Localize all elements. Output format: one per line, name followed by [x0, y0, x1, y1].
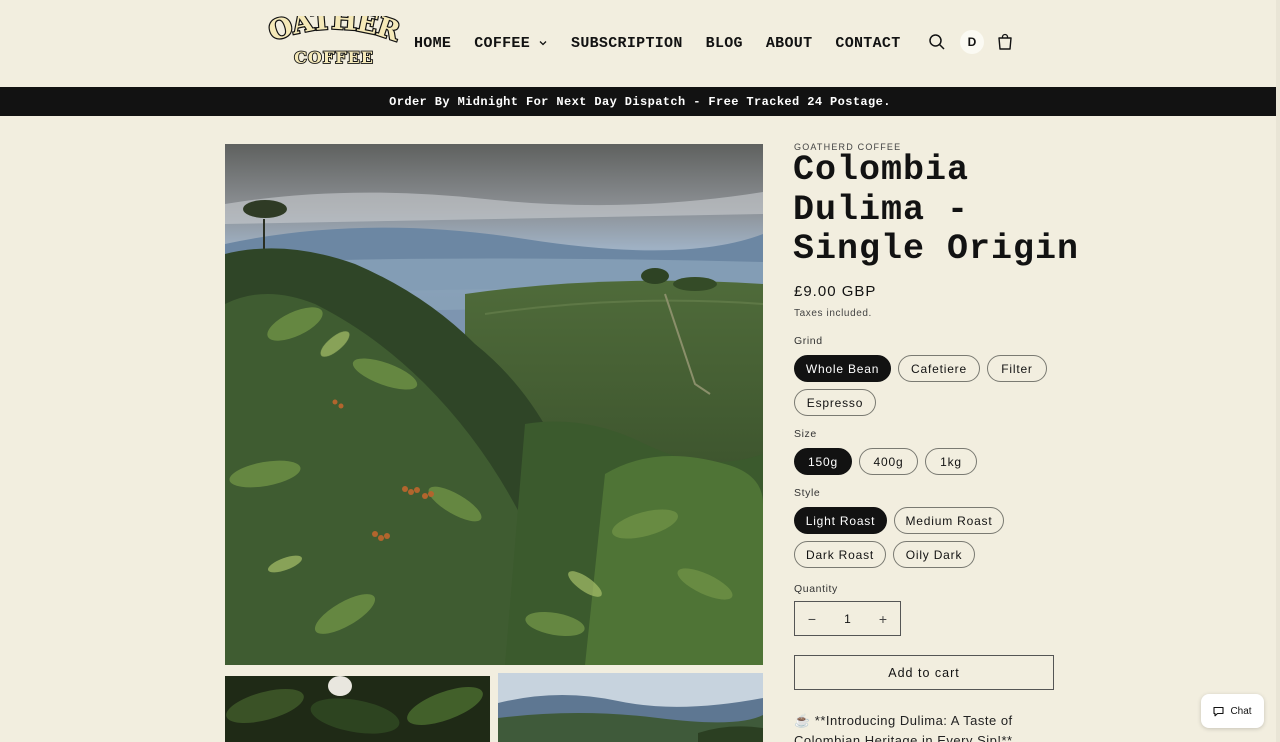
style-option-dark-roast[interactable]: Dark Roast [794, 541, 886, 568]
nav-coffee[interactable]: COFFEE [474, 31, 548, 55]
nav-home[interactable]: HOME [414, 31, 451, 55]
quantity-increase-button[interactable]: + [866, 602, 900, 635]
logo-top-text: GOATHERD [260, 16, 406, 49]
quantity-input[interactable]: 1 [844, 612, 851, 626]
nav-blog[interactable]: BLOG [706, 31, 743, 55]
grind-option-whole-bean[interactable]: Whole Bean [794, 355, 891, 382]
nav-about[interactable]: ABOUT [766, 31, 813, 55]
grind-label: Grind [794, 335, 823, 347]
chevron-down-icon [539, 41, 547, 46]
search-icon [929, 34, 945, 50]
goatherd-coffee-logo[interactable]: GOATHERD COFFEE [260, 16, 408, 68]
cart-icon [998, 33, 1012, 50]
svg-text:GOATHERD: GOATHERD [260, 16, 404, 48]
product-description: ☕ **Introducing Dulima: A Taste of Colom… [794, 713, 1013, 742]
size-option-150g[interactable]: 150g [794, 448, 852, 475]
product-price: £9.00 GBP [794, 283, 877, 300]
style-option-oily-dark[interactable]: Oily Dark [893, 541, 975, 568]
announcement-text: Order By Midnight For Next Day Dispatch … [389, 94, 891, 109]
grind-option-filter[interactable]: Filter [987, 355, 1047, 382]
chat-button[interactable]: Chat [1201, 694, 1264, 728]
product-thumbnail-2[interactable] [498, 673, 763, 742]
quantity-stepper: − 1 + [794, 601, 901, 636]
style-label: Style [794, 487, 821, 499]
style-option-light-roast[interactable]: Light Roast [794, 507, 887, 534]
product-title: Colombia Dulima - Single Origin [793, 150, 1080, 269]
chat-label: Chat [1230, 705, 1252, 717]
coffee-leaves-image [225, 676, 490, 742]
cart-button[interactable] [993, 30, 1017, 54]
chat-bubble-icon [1213, 706, 1224, 716]
coffee-plantation-image [225, 144, 763, 665]
main-nav: HOME COFFEE SUBSCRIPTION BLOG ABOUT CONT… [414, 31, 924, 55]
announcement-bar: Order By Midnight For Next Day Dispatch … [0, 87, 1280, 116]
size-option-400g[interactable]: 400g [859, 448, 918, 475]
grind-option-espresso[interactable]: Espresso [794, 389, 876, 416]
grind-option-cafetiere[interactable]: Cafetiere [898, 355, 980, 382]
quantity-label: Quantity [794, 583, 838, 595]
tax-note: Taxes included. [794, 308, 872, 319]
page-scrollbar[interactable] [1276, 0, 1280, 742]
account-avatar[interactable]: D [960, 30, 984, 54]
logo-bottom-text: COFFEE [294, 48, 374, 67]
site-header: GOATHERD COFFEE HOME COFFEE SUBSCRIPTION… [0, 0, 1280, 86]
quantity-decrease-button[interactable]: − [795, 602, 829, 635]
mountain-view-image [498, 673, 763, 742]
search-button[interactable] [925, 30, 949, 54]
size-option-1kg[interactable]: 1kg [925, 448, 977, 475]
product-thumbnail-1[interactable] [225, 676, 490, 742]
nav-contact[interactable]: CONTACT [835, 31, 900, 55]
style-option-medium-roast[interactable]: Medium Roast [894, 507, 1004, 534]
nav-subscription[interactable]: SUBSCRIPTION [571, 31, 683, 55]
add-to-cart-button[interactable]: Add to cart [794, 655, 1054, 690]
header-icons: D [925, 30, 1017, 54]
product-main-image[interactable] [225, 144, 763, 665]
size-label: Size [794, 428, 817, 440]
